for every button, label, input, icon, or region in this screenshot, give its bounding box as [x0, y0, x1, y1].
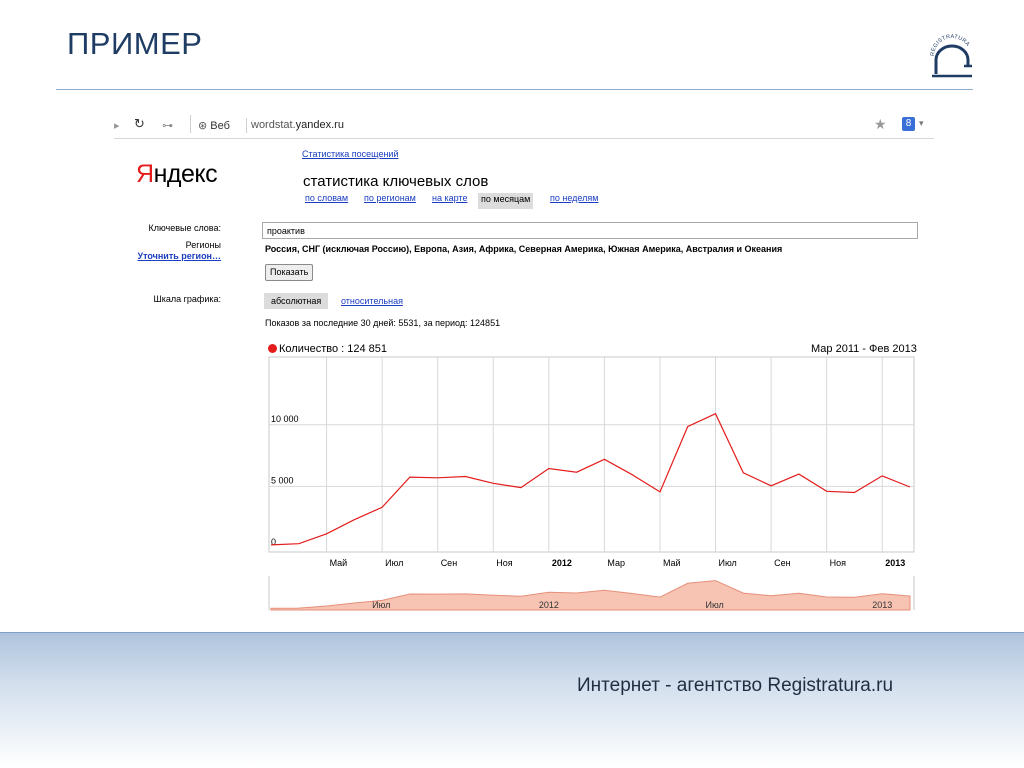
chart-period: Мар 2011 - Фев 2013 [811, 343, 917, 355]
globe-icon: ⊛ [198, 120, 208, 132]
keywords-label: Ключевые слова: [148, 223, 221, 233]
scale-label: Шкала графика: [153, 294, 221, 304]
reload-icon[interactable]: ↻ [134, 116, 145, 132]
y-tick-label: 0 [271, 537, 276, 547]
regions-label: Регионы [185, 240, 221, 250]
page-title: статистика ключевых слов [303, 173, 489, 190]
tab-by-regions[interactable]: по регионам [361, 193, 419, 207]
keywords-input[interactable]: проактив [262, 222, 918, 239]
legend-label: Количество : 124 851 [279, 343, 388, 355]
legend-marker [268, 344, 277, 353]
navigator-label: Июл [706, 600, 724, 610]
search-engine-label: Веб [210, 120, 230, 132]
y-tick-label: 10 000 [271, 414, 299, 424]
scale-relative-link[interactable]: относительная [341, 296, 403, 306]
slide-title: ПРИМЕР [67, 26, 203, 61]
title-divider [56, 89, 973, 90]
yandex-logo[interactable]: Яндекс [136, 160, 218, 189]
x-tick-label: Ноя [830, 558, 847, 568]
navigator-label: Июл [372, 600, 390, 610]
x-tick-label: Мар [607, 558, 625, 568]
x-tick-label: Май [663, 558, 681, 568]
browser-toolbar: ▸ ↻ ⊶ ⊛ Веб wordstat.yandex.ru ★ 8 ▾ [114, 115, 934, 139]
x-tick-label: Июл [719, 558, 737, 568]
tab-by-weeks[interactable]: по неделям [547, 193, 601, 207]
footer-divider [0, 632, 1024, 633]
x-tick-label: Сен [441, 558, 458, 568]
search-engine[interactable]: ⊛ Веб [198, 119, 230, 132]
x-tick-label: Июл [385, 558, 403, 568]
tab-by-words[interactable]: по словам [302, 193, 351, 207]
url-domain: yandex.ru [295, 119, 344, 131]
series-line [270, 412, 911, 546]
chevron-down-icon[interactable]: ▾ [919, 118, 924, 129]
x-tick-label: Ноя [496, 558, 513, 568]
navigator-label: 2012 [539, 600, 559, 610]
logo-red-letter: Я [136, 160, 154, 188]
scale-absolute-option[interactable]: абсолютная [264, 293, 329, 309]
navigator-series-area [270, 580, 911, 611]
x-tick-label: Сен [774, 558, 791, 568]
impressions-summary: Показов за последние 30 дней: 5531, за п… [265, 318, 501, 328]
x-tick-label: 2013 [885, 558, 905, 568]
y-tick-label: 5 000 [271, 475, 294, 485]
regions-value: Россия, СНГ (исключая Россию), Европа, А… [265, 244, 783, 254]
plot-area [268, 356, 915, 553]
registratura-logo: REGISTRATURA [930, 34, 972, 78]
footer-band [0, 632, 1024, 768]
refine-region-link[interactable]: Уточнить регион… [111, 251, 221, 261]
tab-by-months[interactable]: по месяцам [478, 193, 534, 209]
x-tick-label: Май [330, 558, 348, 568]
footer-text: Интернет - агентство Registratura.ru [577, 675, 894, 696]
address-bar[interactable]: wordstat.yandex.ru [246, 118, 899, 133]
logo-rest: ндекс [153, 160, 218, 188]
show-button[interactable]: Показать [265, 264, 314, 281]
chart-legend: Количество : 124 851 [268, 343, 387, 355]
bookmark-star-icon[interactable]: ★ [874, 116, 887, 133]
forward-icon[interactable]: ▸ [114, 119, 120, 132]
navigator-label: 2013 [872, 600, 892, 610]
x-tick-label: 2012 [552, 558, 572, 568]
extension-badge[interactable]: 8 [902, 117, 915, 131]
navigator-area [269, 576, 914, 610]
url-prefix: wordstat. [251, 119, 296, 131]
key-icon[interactable]: ⊶ [162, 119, 173, 132]
tab-on-map[interactable]: на карте [429, 193, 470, 207]
stats-visits-link[interactable]: Статистика посещений [302, 149, 399, 159]
